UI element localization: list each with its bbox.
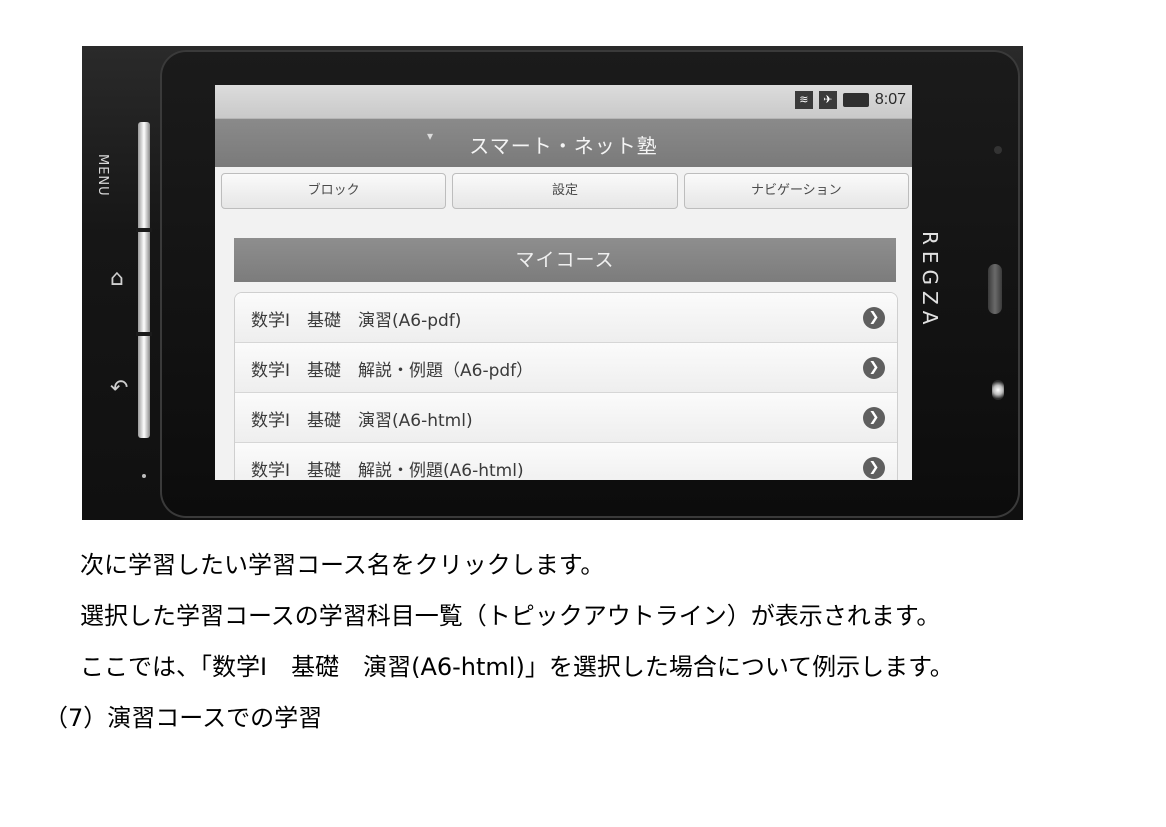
instruction-line-3: ここでは、「数学I 基礎 演習(A6-html)」を選択した場合について例示しま…	[80, 653, 954, 681]
airplane-icon: ✈	[818, 91, 837, 109]
battery-icon	[842, 93, 869, 107]
chevron-right-icon: ❯	[863, 457, 885, 479]
back-key-icon[interactable]: ↶	[110, 378, 128, 400]
settings-button[interactable]: 設定	[452, 173, 678, 209]
list-item[interactable]: 数学Ⅰ 基礎 解説・例題（A6-pdf） ❯	[235, 343, 897, 393]
hardware-keys	[138, 122, 150, 438]
app-title-bar: ▾ スマート・ネット塾	[215, 118, 912, 167]
instruction-line-2: 選択した学習コースの学習科目一覧（トピックアウトライン）が表示されます。	[80, 602, 941, 630]
list-item[interactable]: 数学Ⅰ 基礎 演習(A6-html) ❯	[235, 393, 897, 443]
navigation-button[interactable]: ナビゲーション	[683, 173, 909, 209]
phone-photo: MENU ⌂ ↶ REGZA ≋ ✈ 8:07 ▾ スマート・ネット塾 ブロック…	[82, 46, 1023, 520]
status-icons: ≋ ✈ 8:07	[794, 91, 906, 109]
status-time: 8:07	[874, 91, 906, 108]
course-label: 数学Ⅰ 基礎 解説・例題（A6-pdf）	[251, 361, 534, 381]
course-label: 数学Ⅰ 基礎 演習(A6-html)	[251, 411, 473, 431]
key-divider	[136, 332, 152, 336]
chevron-right-icon: ❯	[863, 407, 885, 429]
nav-button-row: ブロック 設定 ナビゲーション	[221, 173, 909, 209]
list-item[interactable]: 数学Ⅰ 基礎 演習(A6-pdf) ❯	[235, 293, 897, 343]
chevron-right-icon: ❯	[863, 307, 885, 329]
block-button[interactable]: ブロック	[221, 173, 447, 209]
section-heading: （7）演習コースでの学習	[44, 704, 323, 732]
key-divider	[136, 228, 152, 232]
course-label: 数学Ⅰ 基礎 演習(A6-pdf)	[251, 311, 462, 331]
phone-screen: ≋ ✈ 8:07 ▾ スマート・ネット塾 ブロック 設定 ナビゲーション マイコ…	[215, 85, 912, 480]
mic-dot	[142, 474, 146, 478]
earpiece	[988, 264, 1002, 314]
course-label: 数学Ⅰ 基礎 解説・例題(A6-html)	[251, 461, 524, 480]
front-camera	[994, 146, 1002, 154]
menu-key-label: MENU	[95, 154, 110, 197]
list-item[interactable]: 数学Ⅰ 基礎 解説・例題(A6-html) ❯	[235, 443, 897, 480]
chevron-right-icon: ❯	[863, 357, 885, 379]
wifi-icon: ≋	[794, 91, 813, 109]
app-title: スマート・ネット塾	[469, 134, 658, 158]
light-sensor	[992, 380, 1004, 400]
instruction-line-1: 次に学習したい学習コース名をクリックします。	[80, 551, 605, 579]
section-title: マイコース	[234, 238, 896, 282]
brand-logo: REGZA	[918, 231, 942, 331]
course-list: 数学Ⅰ 基礎 演習(A6-pdf) ❯ 数学Ⅰ 基礎 解説・例題（A6-pdf）…	[234, 292, 898, 480]
home-key-icon[interactable]: ⌂	[110, 268, 124, 290]
status-bar: ≋ ✈ 8:07	[215, 85, 912, 118]
